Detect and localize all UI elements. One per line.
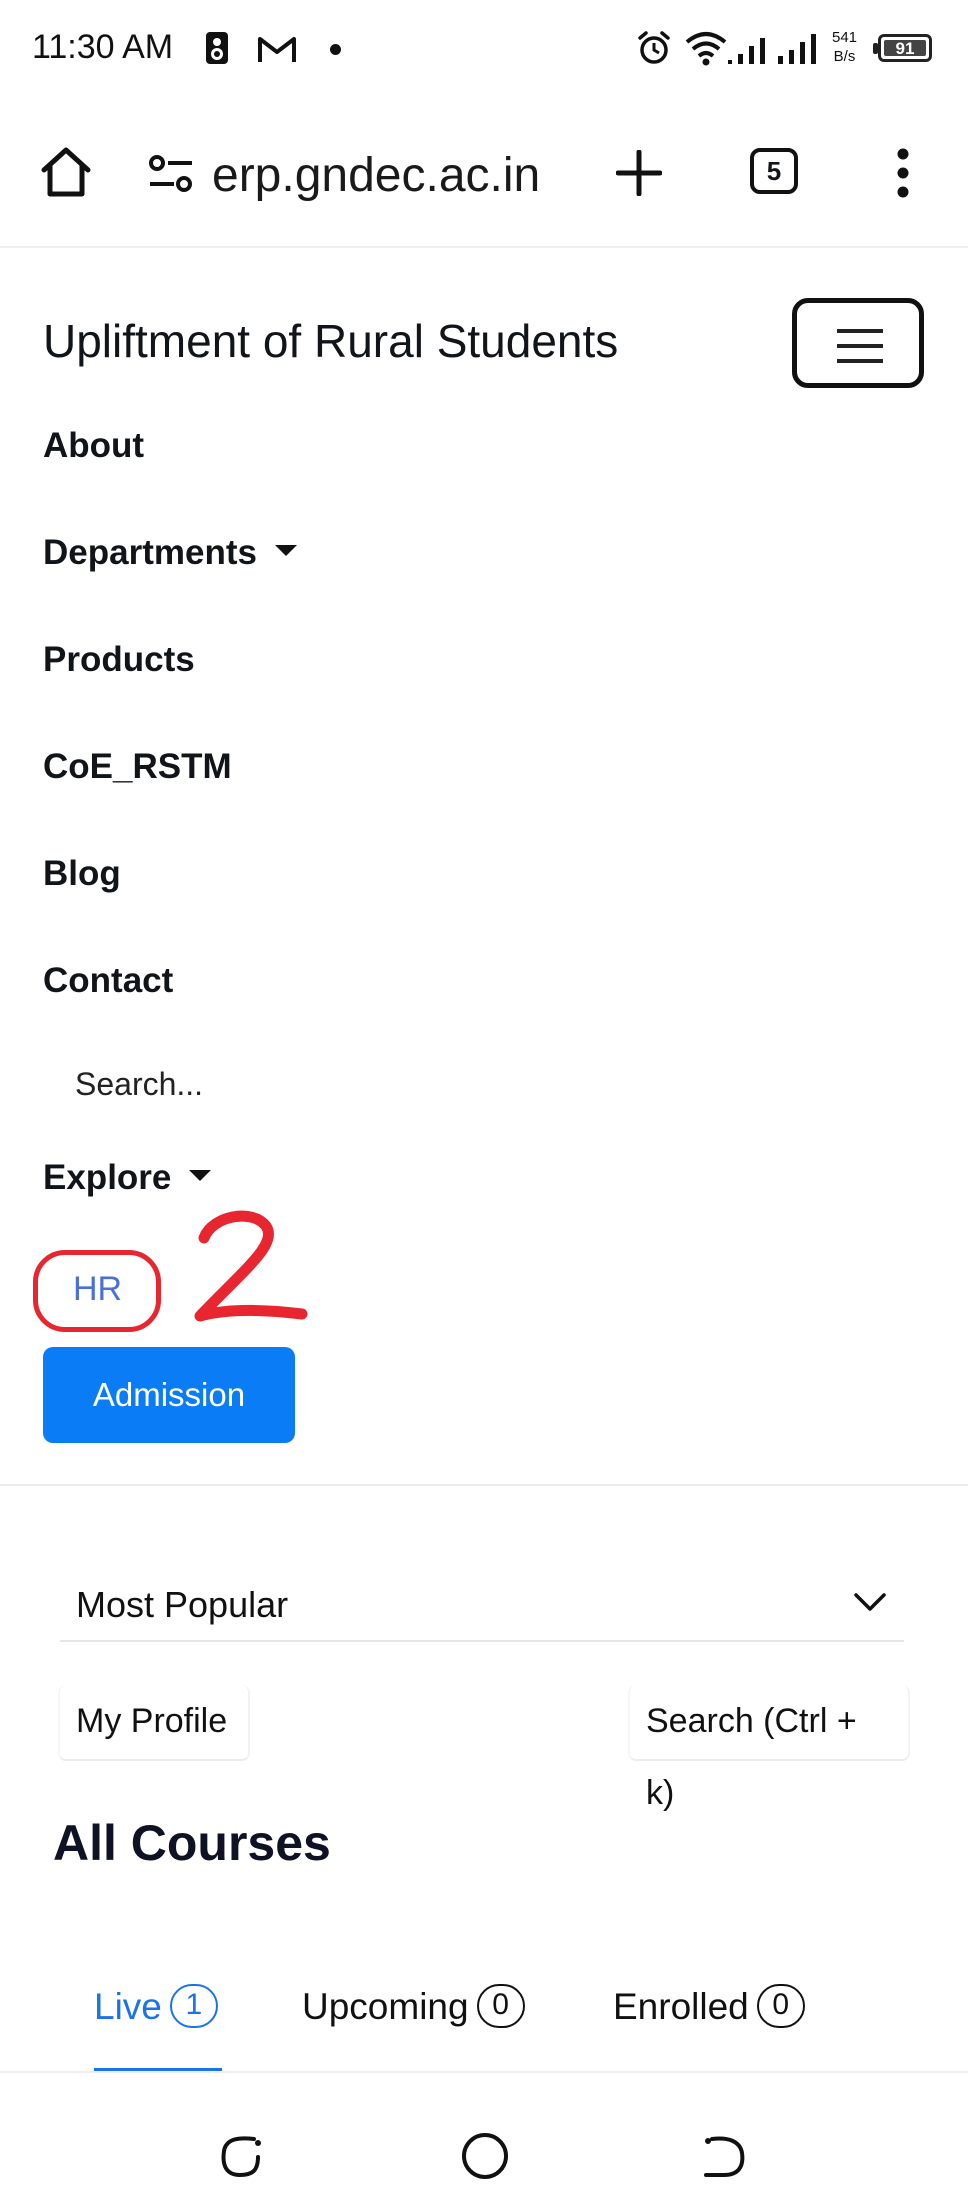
site-brand[interactable]: Upliftment of Rural Students: [43, 314, 618, 368]
nav-item-coe-rstm[interactable]: CoE_RSTM: [43, 747, 232, 787]
alarm-icon: [638, 31, 670, 64]
annotation-number-2: [194, 1210, 308, 1322]
nav-item-products[interactable]: Products: [43, 640, 195, 680]
menu-line: [837, 359, 883, 363]
tab-enrolled[interactable]: Enrolled 0: [613, 1984, 805, 2031]
network-speed: 541 B/s: [832, 28, 857, 66]
nav-item-departments[interactable]: Departments: [43, 533, 297, 573]
speaker-icon: [206, 32, 228, 64]
speed-unit: B/s: [833, 48, 856, 65]
gmail-icon: [258, 37, 296, 62]
site-settings-icon[interactable]: [148, 154, 194, 194]
count-badge: 1: [169, 1984, 218, 2029]
menu-line: [837, 329, 883, 333]
my-profile-button[interactable]: My Profile: [58, 1685, 250, 1761]
battery-icon: 91: [873, 34, 932, 62]
page-title: All Courses: [53, 1815, 331, 1871]
home-icon[interactable]: [38, 144, 94, 200]
tab-label: Enrolled: [613, 1986, 749, 2027]
caret-down-icon: [274, 545, 297, 557]
system-nav-bar: [0, 2073, 968, 2200]
navbar-toggler-button[interactable]: [792, 298, 924, 388]
search-shortcut-button[interactable]: Search (Ctrl + k): [628, 1685, 910, 1812]
search-input[interactable]: Search...: [75, 1066, 203, 1103]
tab-live[interactable]: Live 1: [94, 1984, 218, 2031]
nav-item-explore[interactable]: Explore: [43, 1158, 212, 1198]
speed-value: 541: [832, 29, 858, 46]
back-icon[interactable]: [700, 2133, 748, 2181]
notification-dot-icon: [330, 44, 341, 55]
sort-select[interactable]: Most Popular: [60, 1568, 904, 1642]
recent-apps-icon[interactable]: [218, 2133, 266, 2181]
tab-switcher-button[interactable]: 5: [750, 148, 798, 194]
url-bar[interactable]: erp.gndec.ac.in: [212, 148, 540, 203]
tab-upcoming[interactable]: Upcoming 0: [302, 1984, 525, 2031]
nav-item-blog[interactable]: Blog: [43, 854, 121, 894]
status-bar: 11:30 AM 541 B/s 91: [0, 0, 968, 100]
tab-label: Upcoming: [302, 1986, 469, 2027]
signal-icon: [728, 38, 765, 64]
status-time: 11:30 AM: [32, 28, 174, 66]
new-tab-icon[interactable]: [616, 150, 662, 196]
battery-level: 91: [884, 40, 926, 57]
chevron-down-icon: [854, 1593, 886, 1611]
nav-item-contact[interactable]: Contact: [43, 961, 173, 1001]
wifi-icon: [685, 32, 727, 66]
signal-icon: [778, 34, 816, 64]
tab-label: Live: [94, 1986, 162, 2027]
nav-item-label: Explore: [43, 1158, 172, 1197]
sort-select-value: Most Popular: [76, 1584, 289, 1625]
browser-toolbar: erp.gndec.ac.in 5: [0, 100, 968, 248]
divider: [0, 1484, 968, 1486]
more-menu-icon[interactable]: [893, 148, 913, 198]
menu-line: [837, 344, 883, 348]
nav-item-about[interactable]: About: [43, 426, 144, 466]
nav-item-label: Departments: [43, 533, 257, 572]
caret-down-icon: [189, 1170, 212, 1182]
home-nav-icon[interactable]: [460, 2131, 510, 2181]
admission-button[interactable]: Admission: [43, 1347, 295, 1443]
count-badge: 0: [756, 1984, 805, 2029]
count-badge: 0: [476, 1984, 525, 2029]
hr-link[interactable]: HR: [73, 1270, 122, 1309]
